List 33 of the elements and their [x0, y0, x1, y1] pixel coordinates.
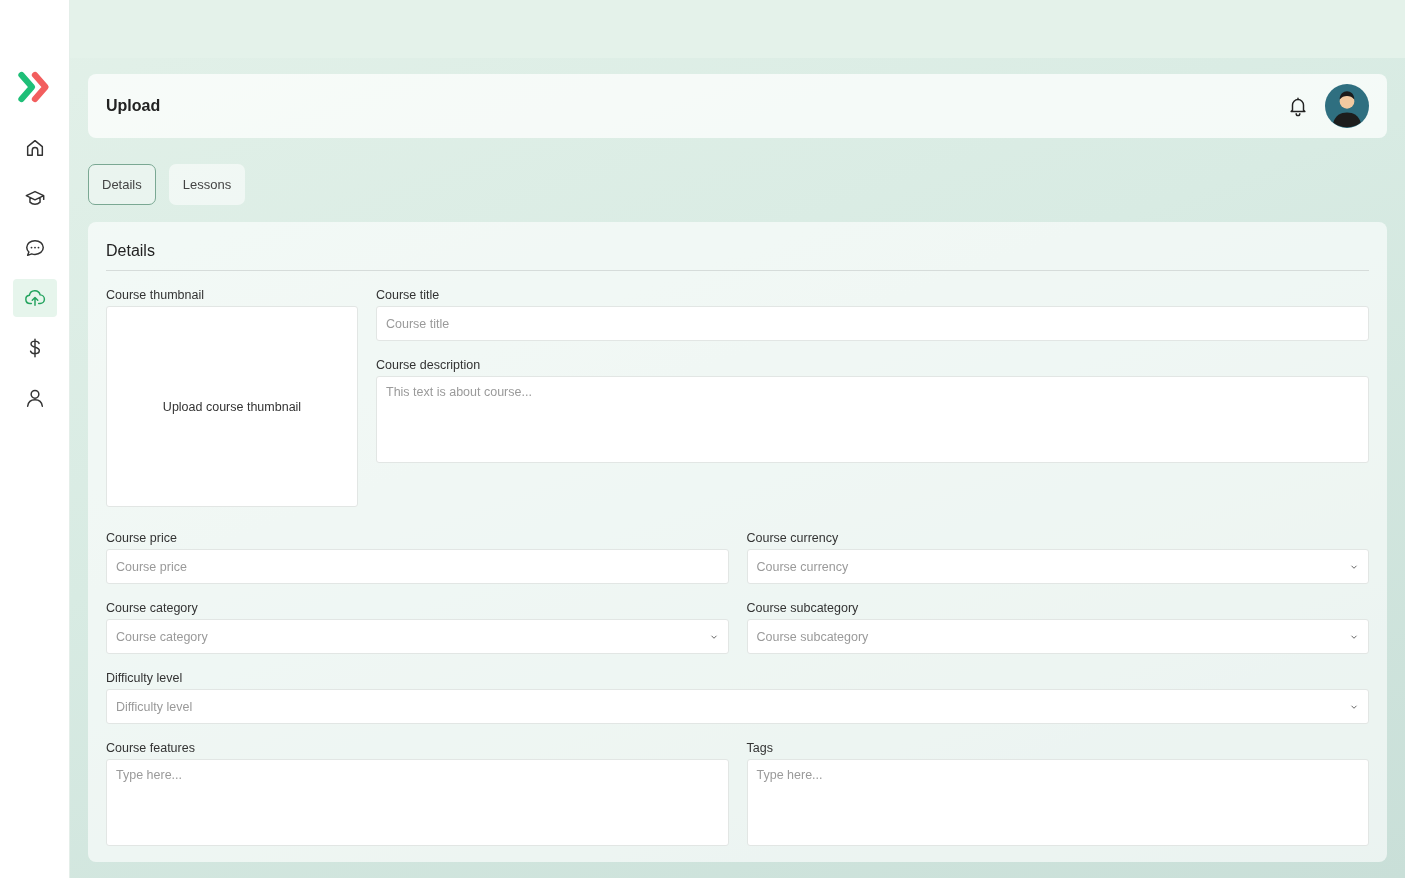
tab[interactable]: Lessons [168, 164, 246, 205]
dropdown-placeholder: Course subcategory [756, 629, 869, 644]
dropdown-placeholder: Course category [116, 629, 208, 644]
field-label: Tags [746, 741, 774, 755]
dropdown[interactable]: Course currency [746, 549, 1369, 584]
dropdown[interactable]: Difficulty level [106, 689, 1369, 724]
upload-prompt: Upload course thumbnail [162, 399, 302, 414]
section-title: Details [106, 242, 156, 260]
field-label: Course title [376, 288, 441, 302]
field-label: Course currency [746, 531, 840, 545]
field-label: Course category [106, 601, 199, 615]
field-label: Difficulty level [106, 671, 184, 685]
dropdown-placeholder: Difficulty level [116, 699, 193, 714]
dropdown-placeholder: Course currency [756, 559, 849, 574]
cloud-upload-icon [23, 287, 46, 309]
input-field[interactable]: Course title [376, 306, 1369, 341]
field-label: Course features [106, 741, 196, 755]
bell-icon[interactable] [1287, 95, 1309, 117]
text-area[interactable]: Type here... [106, 759, 729, 846]
text-area[interactable]: Type here... [746, 759, 1369, 846]
dropdown[interactable]: Course category [106, 619, 729, 654]
thumbnail-upload-area[interactable]: Upload course thumbnail [106, 306, 358, 507]
field-label: Course price [106, 531, 178, 545]
field-label: Course thumbnail [106, 288, 205, 302]
field-label: Course description [376, 358, 482, 372]
dropdown[interactable]: Course subcategory [746, 619, 1369, 654]
field-label: Course subcategory [746, 601, 860, 615]
tab[interactable]: Details [88, 164, 156, 205]
page-title: Upload [106, 97, 161, 115]
chat-icon [23, 237, 46, 259]
text-area[interactable]: This text is about course... [376, 376, 1369, 463]
input-field[interactable]: Course price [106, 549, 729, 584]
avatar-icon[interactable] [1325, 84, 1369, 128]
